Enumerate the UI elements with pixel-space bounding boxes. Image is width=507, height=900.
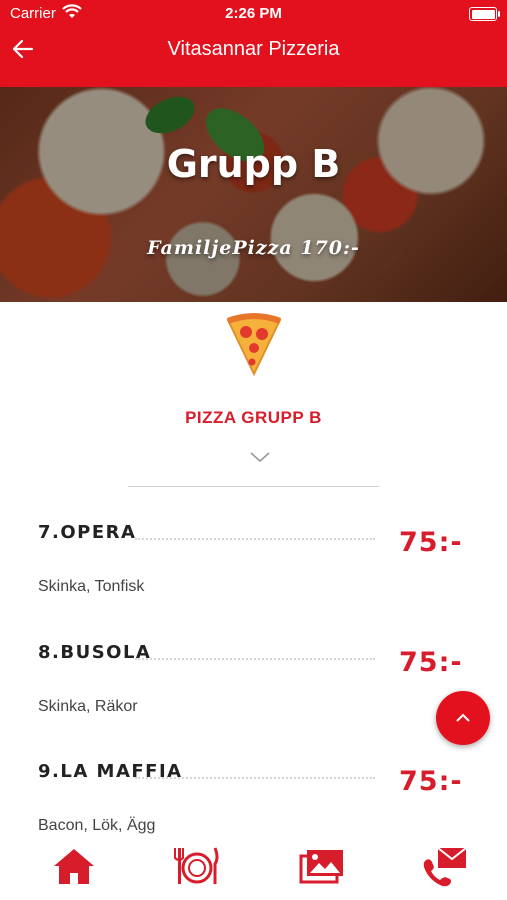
page-title: Vitasannar Pizzeria xyxy=(167,38,340,60)
pizza-slice-icon xyxy=(226,313,282,377)
status-time: 2:26 PM xyxy=(225,5,282,22)
scroll-to-top-button[interactable] xyxy=(436,691,490,745)
status-bar: Carrier 2:26 PM xyxy=(0,0,507,28)
menu-item: 8.BUSOLA 75:- Skinka, Räkor xyxy=(0,642,507,762)
leader-dots xyxy=(135,777,375,779)
hero-banner: Grupp B FamiljePizza 170:- xyxy=(0,87,507,302)
app-header: Carrier 2:26 PM Vitasannar Pizzeria xyxy=(0,0,507,87)
item-price: 75:- xyxy=(399,766,463,797)
item-description: Skinka, Tonfisk xyxy=(38,578,145,595)
leader-dots xyxy=(135,658,375,660)
gallery-icon[interactable] xyxy=(291,844,351,888)
menu-plate-icon[interactable] xyxy=(167,844,227,888)
contact-icon[interactable] xyxy=(416,844,476,888)
chevron-down-icon[interactable] xyxy=(249,450,271,464)
leader-dots xyxy=(135,538,375,540)
hero-overlay xyxy=(0,87,507,302)
item-name: 7.OPERA xyxy=(38,522,137,543)
item-price: 75:- xyxy=(399,527,463,558)
group-title: Grupp B xyxy=(166,142,341,186)
section-divider xyxy=(128,486,379,487)
bottom-tab-bar xyxy=(0,836,507,900)
item-description: Skinka, Räkor xyxy=(38,698,138,715)
chevron-up-icon xyxy=(456,713,470,722)
item-description: Bacon, Lök, Ägg xyxy=(38,817,156,834)
item-price: 75:- xyxy=(399,647,463,678)
family-pizza-price: FamiljePizza 170:- xyxy=(147,237,360,259)
home-icon[interactable] xyxy=(44,844,104,888)
section-title: PIZZA GRUPP B xyxy=(185,408,322,427)
menu-item: 7.OPERA 75:- Skinka, Tonfisk xyxy=(0,522,507,642)
battery-icon xyxy=(469,7,500,21)
